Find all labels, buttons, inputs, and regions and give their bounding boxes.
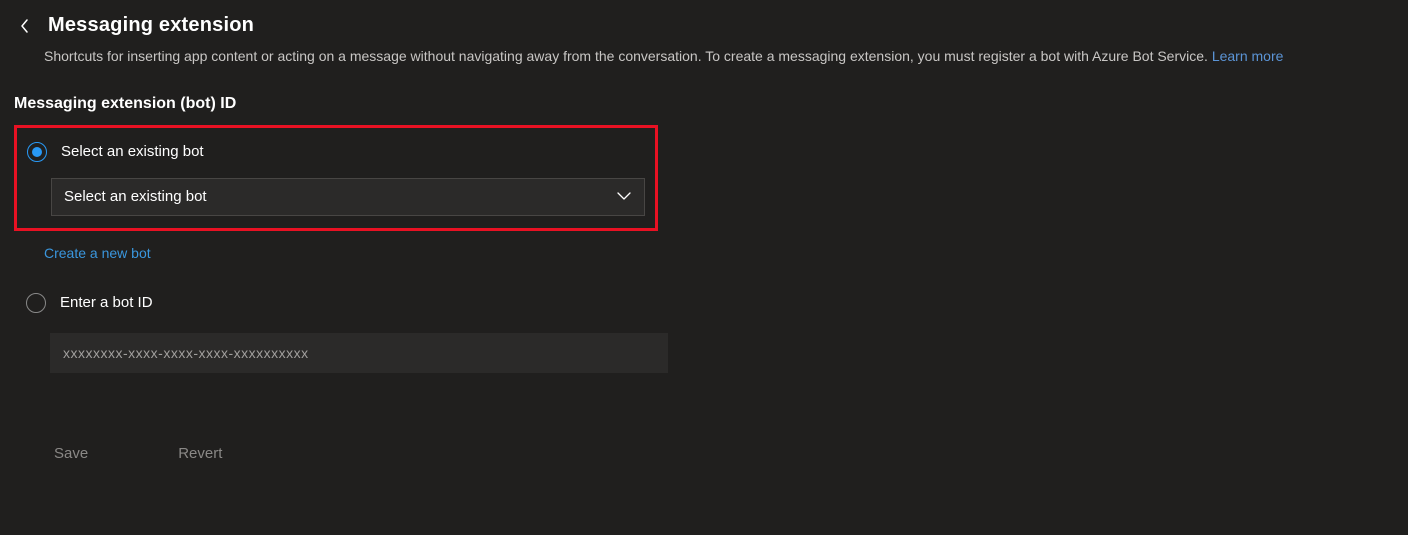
save-button[interactable]: Save <box>54 445 88 462</box>
radio-button-icon[interactable] <box>27 142 47 162</box>
learn-more-link[interactable]: Learn more <box>1212 48 1284 64</box>
radio-select-existing-bot[interactable]: Select an existing bot <box>25 136 647 178</box>
page-description: Shortcuts for inserting app content or a… <box>44 47 1394 67</box>
revert-button[interactable]: Revert <box>178 445 222 462</box>
chevron-down-icon <box>616 188 632 206</box>
radio-enter-bot-id[interactable]: Enter a bot ID <box>24 287 1394 333</box>
create-new-bot-link[interactable]: Create a new bot <box>44 245 151 261</box>
existing-bot-dropdown[interactable]: Select an existing bot <box>51 178 645 216</box>
description-text: Shortcuts for inserting app content or a… <box>44 48 1212 64</box>
select-existing-bot-highlight: Select an existing bot Select an existin… <box>14 125 658 231</box>
page-title: Messaging extension <box>48 14 254 37</box>
bot-id-input[interactable]: xxxxxxxx-xxxx-xxxx-xxxx-xxxxxxxxxx <box>50 333 668 373</box>
radio-label-enter-id: Enter a bot ID <box>60 294 153 311</box>
section-heading: Messaging extension (bot) ID <box>14 95 1394 113</box>
dropdown-placeholder: Select an existing bot <box>64 188 207 205</box>
bot-id-placeholder: xxxxxxxx-xxxx-xxxx-xxxx-xxxxxxxxxx <box>63 345 309 361</box>
radio-button-icon[interactable] <box>26 293 46 313</box>
back-icon[interactable] <box>14 15 36 37</box>
radio-label-select-existing: Select an existing bot <box>61 143 204 160</box>
